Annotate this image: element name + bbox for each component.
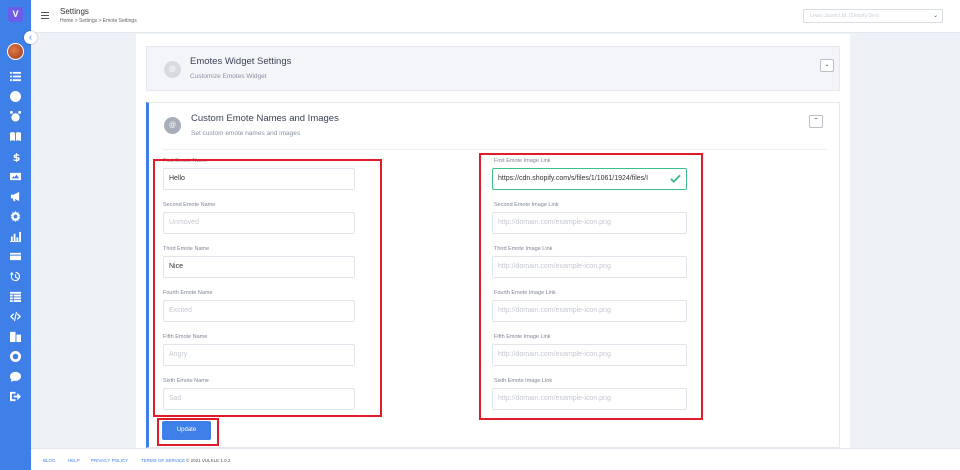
clock-icon[interactable]: [9, 90, 22, 103]
dollar-icon[interactable]: $: [9, 150, 22, 163]
list-icon[interactable]: [9, 70, 22, 83]
breadcrumb: Home > Settings > Emote Settings: [60, 18, 137, 24]
card-title: Custom Emote Names and Images: [191, 113, 339, 124]
sixth-emote-image-label: Sixth Emote Image Link: [494, 378, 553, 384]
second-emote-name-input[interactable]: Unmoved: [163, 212, 355, 234]
sixth-emote-image-input[interactable]: http://domain.com/example-icon.png: [492, 388, 687, 410]
fourth-emote-name-input[interactable]: Excited: [163, 300, 355, 322]
emotes-widget-settings-card[interactable]: @ Emotes Widget Settings Customize Emote…: [146, 46, 840, 91]
megaphone-icon[interactable]: [9, 190, 22, 203]
chevron-down-icon: ⌄: [932, 13, 938, 19]
sixth-emote-name-label: Sixth Emote Name: [163, 378, 209, 384]
footer-link-help[interactable]: HELP: [68, 458, 80, 463]
third-emote-name-label: Third Emote Name: [163, 246, 210, 252]
fifth-emote-image-input[interactable]: http://domain.com/example-icon.png: [492, 344, 687, 366]
third-emote-image-label: Third Emote Image Link: [494, 246, 553, 252]
card-subtitle: Customize Emotes Widget: [190, 73, 267, 80]
footer-copyright: © 2021 VULKLE 1.0.2: [186, 458, 231, 463]
first-emote-image-input[interactable]: https://cdn.shopify.com/s/files/1/1061/1…: [492, 168, 687, 190]
credit-card-icon[interactable]: [9, 250, 22, 263]
check-icon: [670, 174, 681, 184]
third-emote-image-input[interactable]: http://domain.com/example-icon.png: [492, 256, 687, 278]
main-panel: @ Emotes Widget Settings Customize Emote…: [136, 34, 850, 448]
fifth-emote-name-input[interactable]: Angry: [163, 344, 355, 366]
sidebar: V $: [0, 0, 31, 470]
card-title: Emotes Widget Settings: [190, 56, 292, 67]
at-sign-icon: @: [164, 117, 181, 134]
at-sign-icon: @: [164, 61, 181, 78]
history-icon[interactable]: [9, 270, 22, 283]
first-emote-name-input[interactable]: Hello: [163, 168, 355, 190]
first-emote-name-label: First Emote Name: [163, 158, 208, 164]
topbar: Settings Home > Settings > Emote Setting…: [31, 0, 960, 33]
alarm-icon[interactable]: [9, 110, 22, 123]
third-emote-name-input[interactable]: Nice: [163, 256, 355, 278]
first-emote-image-value: https://cdn.shopify.com/s/files/1/1061/1…: [498, 175, 649, 182]
second-emote-image-input[interactable]: http://domain.com/example-icon.png: [492, 212, 687, 234]
store-select[interactable]: Lewis Jason Ltd. (Shopify Dev) ⌄: [803, 9, 943, 23]
second-emote-name-label: Second Emote Name: [163, 202, 216, 208]
logout-icon[interactable]: [9, 390, 22, 403]
book-icon[interactable]: [9, 130, 22, 143]
footer-link-terms[interactable]: TERMS OF SERVICE: [141, 458, 185, 463]
collapse-button[interactable]: ⌃: [809, 115, 823, 128]
sixth-emote-name-input[interactable]: Sad: [163, 388, 355, 410]
page-title: Settings: [60, 7, 89, 16]
hamburger-menu-icon[interactable]: [41, 12, 49, 19]
fourth-emote-image-input[interactable]: http://domain.com/example-icon.png: [492, 300, 687, 322]
support-icon[interactable]: [9, 350, 22, 363]
store-select-value: Lewis Jason Ltd. (Shopify Dev): [810, 13, 879, 19]
divider: [163, 149, 827, 150]
second-emote-image-label: Second Emote Image Link: [494, 202, 559, 208]
fifth-emote-name-label: Fifth Emote Name: [163, 334, 208, 340]
expand-button[interactable]: ⌄: [820, 59, 834, 72]
chart-icon[interactable]: [9, 230, 22, 243]
footer-link-blog[interactable]: BLOG: [43, 458, 56, 463]
building-icon[interactable]: [9, 330, 22, 343]
table-icon[interactable]: [9, 290, 22, 303]
fifth-emote-image-label: Fifth Emote Image Link: [494, 334, 551, 340]
update-button[interactable]: Update: [162, 421, 211, 440]
image-icon[interactable]: [9, 170, 22, 183]
chat-icon[interactable]: [9, 370, 22, 383]
fourth-emote-image-label: Fourth Emote Image Link: [494, 290, 556, 296]
sidebar-collapse-button[interactable]: ‹: [24, 31, 37, 44]
footer-link-privacy[interactable]: PRIVACY POLICY: [91, 458, 128, 463]
footer: BLOG HELP PRIVACY POLICY TERMS OF SERVIC…: [31, 448, 960, 470]
first-emote-image-label: First Emote Image Link: [494, 158, 551, 164]
fourth-emote-name-label: Fourth Emote Name: [163, 290, 213, 296]
avatar[interactable]: [7, 43, 24, 60]
app-logo[interactable]: V: [8, 7, 23, 22]
gear-icon[interactable]: [9, 210, 22, 223]
svg-text:$: $: [13, 151, 21, 162]
card-subtitle: Set custom emote names and images: [191, 130, 301, 137]
code-icon[interactable]: [9, 310, 22, 323]
